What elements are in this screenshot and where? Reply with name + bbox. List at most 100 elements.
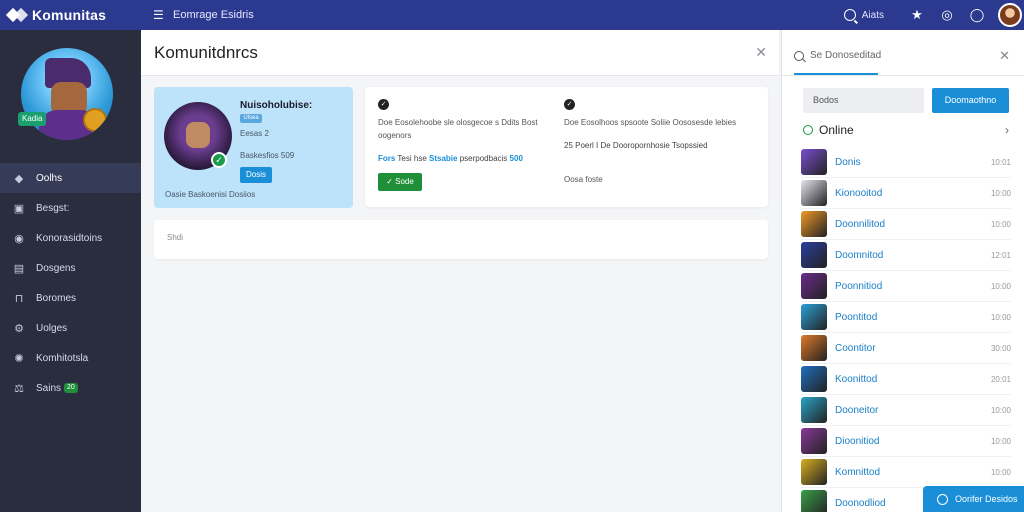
member-time: 10:00: [990, 312, 1011, 322]
top-actions: Aiats ★ ◎ ◯: [843, 0, 1024, 30]
gear-icon: ✺: [14, 352, 24, 365]
sidebar-item-7[interactable]: ✺ Komhitotsla: [0, 343, 141, 373]
sidebar-item-6[interactable]: ⚙ Uolges: [0, 313, 141, 343]
star-icon[interactable]: ★: [902, 0, 932, 30]
top-title: Eomrage Esidris: [173, 9, 254, 21]
member-name: Doomnitod: [835, 249, 884, 261]
lock-icon: ⊓: [14, 292, 24, 305]
member-row[interactable]: Koonittod 20:01: [801, 364, 1011, 395]
sidebar-item-1[interactable]: ◆ Oolhs: [0, 163, 141, 193]
profile-level: Eesas 2: [240, 129, 269, 138]
primary-action-button[interactable]: Doomaothno: [932, 88, 1009, 113]
brand[interactable]: Komunitas: [0, 0, 141, 30]
member-avatar: [801, 211, 827, 237]
member-row[interactable]: Poonnitiod 10:00: [801, 271, 1011, 302]
member-list: Donis 10:01 Kionooitod 10:00 Doonnilitod 10:0…: [801, 147, 1011, 512]
activity-highlight-count: 25: [564, 141, 573, 150]
comment-box[interactable]: Shdi: [154, 220, 768, 259]
member-row[interactable]: Komnittod 10:00: [801, 457, 1011, 488]
member-name: Koonittod: [835, 373, 878, 385]
profile-button[interactable]: Dosis: [240, 167, 272, 183]
sidebar-item-label: Boromes: [36, 292, 77, 304]
notification-bell-icon[interactable]: ◯: [962, 0, 992, 30]
hamburger-menu-icon[interactable]: ☰: [153, 8, 169, 22]
member-row[interactable]: Donis 10:01: [801, 147, 1011, 178]
top-search-label: Aiats: [861, 9, 884, 21]
document-icon: ▤: [13, 262, 25, 275]
sidebar-item-2[interactable]: ▣ Besgst:: [0, 193, 141, 223]
member-avatar: [801, 459, 827, 485]
sidebar-item-label: Sains: [36, 382, 62, 394]
verified-check-icon: ✓: [211, 152, 227, 168]
top-bar: Komunitas ☰ Eomrage Esidris Aiats ★ ◎ ◯: [0, 0, 1024, 30]
top-search[interactable]: Aiats: [843, 9, 884, 21]
sidebar-item-8[interactable]: ⚖ Sains 20: [0, 373, 141, 403]
page-title: Komunitdnrcs: [154, 42, 258, 62]
sidebar-item-label: Komhitotsla: [36, 352, 89, 364]
community-avatar[interactable]: [21, 48, 113, 140]
member-row[interactable]: Poontitod 10:00: [801, 302, 1011, 333]
clipboard-icon: ▣: [13, 202, 25, 215]
profile-tag: Ulsea: [240, 114, 262, 123]
member-name: Komnittod: [835, 466, 881, 478]
member-name: Poonnitiod: [835, 280, 883, 292]
member-name: Poontitod: [835, 311, 878, 323]
scale-icon: ⚖: [14, 382, 24, 395]
member-avatar: [801, 304, 827, 330]
close-icon[interactable]: ✕: [755, 44, 767, 61]
activity-highlight-rest: Poerl I De Dooropornhosie Tsopssied: [575, 141, 708, 150]
sidebar-item-3[interactable]: ◉ Konorasidtoins: [0, 223, 141, 253]
member-avatar: [801, 273, 827, 299]
sidebar-item-label: Besgst:: [36, 202, 70, 214]
activity-column-1: ✓ Doe Eosolehoobe sle olosgecoe s Ddits …: [378, 99, 553, 163]
member-time: 10:00: [990, 436, 1011, 446]
member-avatar: [801, 490, 827, 512]
palette-icon: ⚙: [14, 322, 24, 335]
globe-icon[interactable]: ◎: [932, 0, 962, 30]
activity-highlight: 25 Poerl I De Dooropornhosie Tsopssied: [564, 141, 759, 150]
member-time: 10:00: [990, 467, 1011, 477]
member-name: Donis: [835, 156, 861, 168]
sidebar-item-label: Konorasidtoins: [36, 232, 103, 244]
chat-icon: ◆: [14, 172, 24, 185]
activity-highlight-prefix: Fors: [378, 154, 396, 163]
right-panel-search[interactable]: Se Donoseditad: [794, 50, 881, 61]
main-header: Komunitdnrcs ✕: [141, 30, 779, 76]
activity-card: ✓ Doe Eosolehoobe sle olosgecoe s Ddits …: [365, 87, 768, 207]
member-row[interactable]: Kionooitod 10:00: [801, 178, 1011, 209]
comment-placeholder: Shdi: [167, 233, 184, 242]
check-circle-icon: ✓: [564, 99, 575, 110]
member-name: Doonodliod: [835, 497, 886, 509]
member-row[interactable]: Coontitor 30:00: [801, 333, 1011, 364]
member-name: Coontitor: [835, 342, 876, 354]
activity-button[interactable]: ✓ Sode: [378, 173, 422, 191]
floating-action-button[interactable]: Oorifer Desidos: [923, 486, 1024, 512]
member-row[interactable]: Doonnilitod 10:00: [801, 209, 1011, 240]
member-avatar: [801, 335, 827, 361]
sidebar-item-5[interactable]: ⊓ Boromes: [0, 283, 141, 313]
member-row[interactable]: Dioonitiod 10:00: [801, 426, 1011, 457]
sidebar-item-4[interactable]: ▤ Dosgens: [0, 253, 141, 283]
member-search-input[interactable]: Bodos: [803, 88, 924, 113]
activity-highlight-mid: Tesi hse: [397, 154, 427, 163]
activity-highlight-link[interactable]: Stsabie: [429, 154, 457, 163]
sidebar: Kadia ◆ Oolhs ▣ Besgst: ◉ Konorasidtoins…: [0, 30, 141, 512]
right-panel: Se Donoseditad ✕ Bodos Doomaothno Online…: [781, 30, 1024, 512]
user-avatar[interactable]: [998, 3, 1022, 27]
member-time: 20:01: [990, 374, 1011, 384]
check-circle-icon: ✓: [378, 99, 389, 110]
online-section-header[interactable]: Online ›: [803, 122, 1009, 138]
member-row[interactable]: Doomnitod 12:01: [801, 240, 1011, 271]
sidebar-item-label: Dosgens: [36, 262, 76, 274]
member-avatar: [801, 180, 827, 206]
member-time: 12:01: [990, 250, 1011, 260]
activity-text: Doe Eosolhoos spsoote Soliie Oososesde l…: [564, 118, 737, 127]
close-icon[interactable]: ✕: [999, 48, 1010, 64]
member-name: Dioonitiod: [835, 435, 880, 447]
profile-name: Nuisoholubise:: [240, 100, 313, 111]
activity-highlight-count: 500: [509, 154, 523, 163]
member-avatar: [801, 397, 827, 423]
member-row[interactable]: Dooneitor 10:00: [801, 395, 1011, 426]
activity-button-label: Sode: [395, 177, 414, 186]
activity-highlight: Fors Tesi hse Stsabie pserpodbacis 500: [378, 154, 553, 163]
